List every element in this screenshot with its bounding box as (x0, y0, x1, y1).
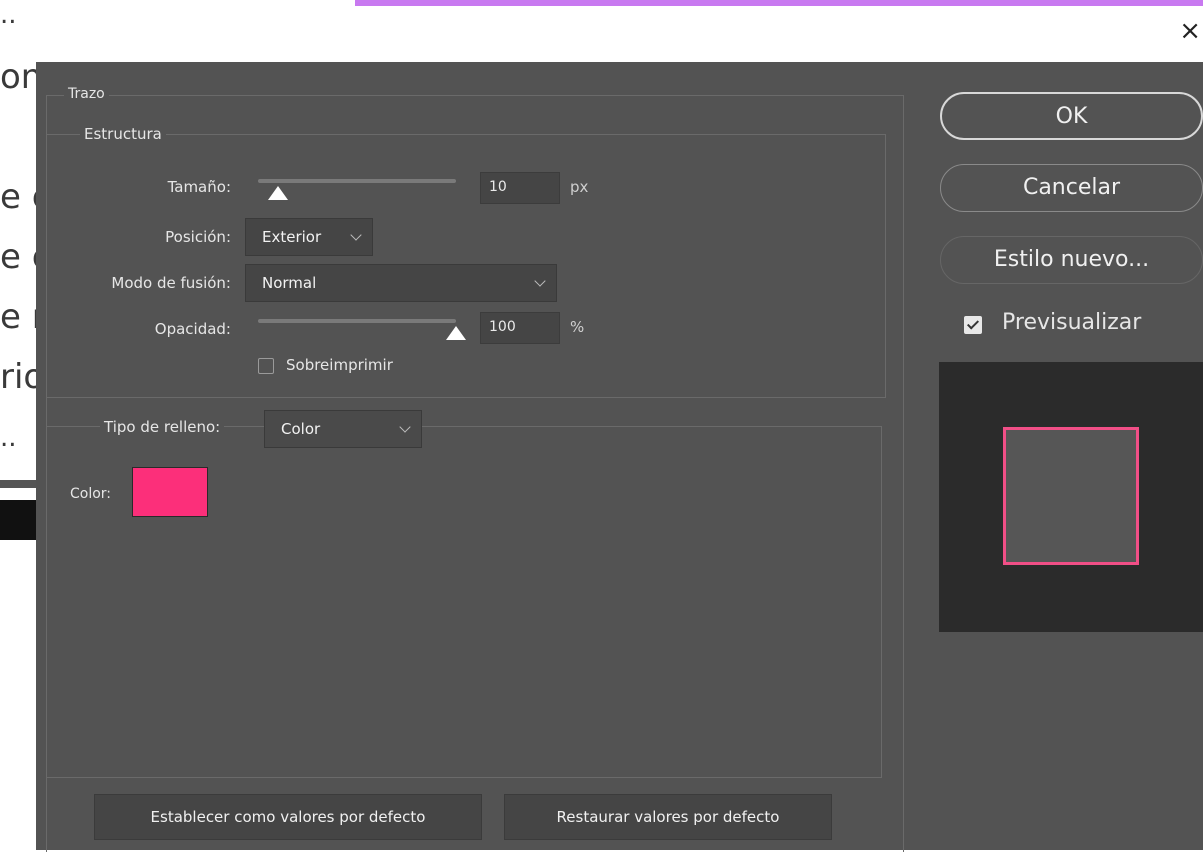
cancel-button[interactable]: Cancelar (940, 164, 1203, 212)
size-label: Tamaño: (167, 178, 231, 196)
size-input[interactable]: 10 (480, 172, 560, 204)
blend-mode-select-value: Normal (262, 274, 317, 292)
preview-stroke-square (1003, 427, 1139, 565)
opacity-slider-track[interactable] (258, 319, 456, 323)
preview-checkbox[interactable] (964, 316, 982, 334)
size-slider-thumb[interactable] (267, 186, 288, 200)
position-label: Posición: (165, 228, 231, 246)
position-select[interactable]: Exterior (245, 218, 373, 256)
opacity-unit: % (570, 318, 585, 336)
structure-group-title: Estructura (80, 125, 166, 143)
size-unit: px (570, 178, 589, 196)
background-text-fragment: .. (0, 0, 17, 30)
background-dark-strip (0, 500, 36, 540)
chevron-down-icon (399, 421, 411, 433)
fill-type-select[interactable]: Color (264, 410, 422, 448)
opacity-input[interactable]: 100 (480, 312, 560, 344)
blend-mode-label: Modo de fusión: (111, 274, 231, 292)
set-default-button[interactable]: Establecer como valores por defecto (94, 794, 482, 840)
fill-type-label: Tipo de relleno: (100, 418, 225, 436)
color-label: Color: (70, 486, 112, 502)
ok-button[interactable]: OK (940, 92, 1203, 140)
position-select-value: Exterior (262, 228, 322, 246)
dialog-titlebar: × (36, 6, 1203, 62)
close-icon[interactable]: × (1179, 16, 1201, 46)
opacity-label: Opacidad: (154, 320, 231, 338)
chevron-down-icon (534, 275, 546, 287)
size-slider-track[interactable] (258, 179, 456, 183)
style-preview (939, 362, 1203, 632)
reset-default-button[interactable]: Restaurar valores por defecto (504, 794, 832, 840)
color-swatch[interactable] (132, 467, 208, 517)
chevron-down-icon (350, 229, 362, 241)
opacity-slider-thumb[interactable] (446, 326, 466, 340)
fill-type-select-value: Color (281, 420, 321, 438)
stroke-dialog: Trazo Estructura Tamaño: 10 px Posición:… (36, 62, 1203, 852)
overprint-label: Sobreimprimir (286, 356, 393, 374)
background-scrollbar (0, 480, 36, 488)
background-text-fragment: .. (0, 423, 17, 453)
new-style-button[interactable]: Estilo nuevo... (940, 236, 1203, 284)
blend-mode-select[interactable]: Normal (245, 264, 557, 302)
stroke-group-title: Trazo (64, 86, 109, 102)
preview-label: Previsualizar (1002, 310, 1142, 335)
overprint-checkbox[interactable] (258, 358, 274, 374)
